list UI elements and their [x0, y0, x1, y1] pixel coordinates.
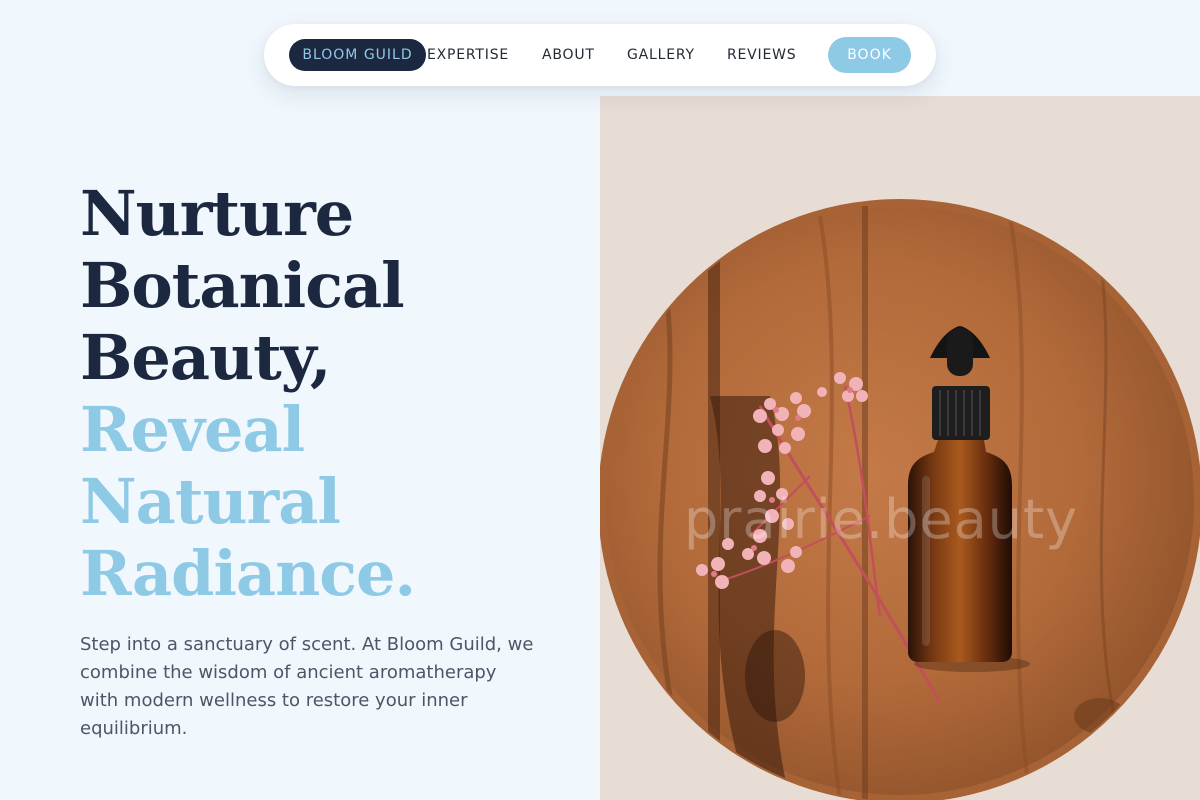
brand-logo-button[interactable]: BLOOM GUILD [289, 39, 426, 71]
top-navigation: BLOOM GUILD EXPERTISE ABOUT GALLERY REVI… [264, 24, 936, 86]
nav-link-reviews[interactable]: REVIEWS [727, 46, 796, 64]
nav-link-about[interactable]: ABOUT [542, 46, 595, 64]
headline-line-5: Natural [80, 465, 341, 538]
hero-description: Step into a sanctuary of scent. At Bloom… [80, 634, 534, 739]
headline-line-2: Botanical [80, 249, 405, 322]
book-button[interactable]: BOOK [828, 37, 911, 73]
nav-link-gallery[interactable]: GALLERY [627, 46, 695, 64]
nav-link-expertise[interactable]: EXPERTISE [427, 46, 509, 64]
hero-headline: Nurture Botanical Beauty, Reveal Natural… [80, 178, 580, 610]
headline-line-6: Radiance. [80, 537, 416, 610]
hero-product-image: prairie.beauty [600, 96, 1200, 800]
headline-line-4: Reveal [80, 393, 305, 466]
headline-line-3: Beauty, [80, 321, 331, 394]
headline-line-1: Nurture [80, 177, 354, 250]
image-watermark: prairie.beauty [684, 488, 1079, 551]
